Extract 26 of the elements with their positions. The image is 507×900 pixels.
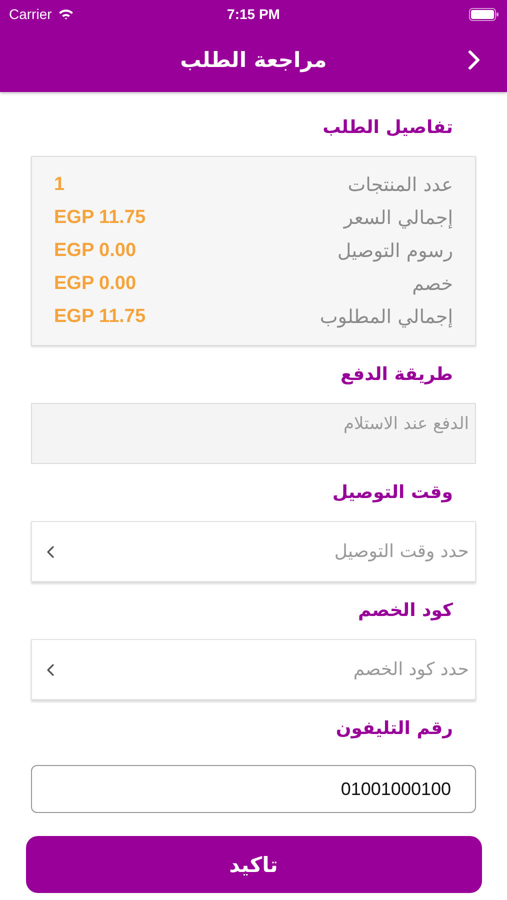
chevron-left-icon [46, 662, 55, 676]
chevron-right-icon[interactable] [467, 49, 481, 71]
summary-value: EGP 0.00 [54, 240, 136, 262]
summary-label: إجمالي المطلوب [320, 306, 453, 328]
section-title: كود الخصم [356, 599, 454, 623]
section-title: طريقة الدفع [340, 363, 454, 387]
section-title: رقم التليفون [334, 717, 454, 741]
summary-label: رسوم التوصيل [337, 240, 453, 262]
section-title: تفاصيل الطلب [322, 116, 454, 140]
summary-value: EGP 0.00 [54, 272, 136, 294]
carrier-label: Carrier [9, 6, 52, 22]
section-title: وقت التوصيل [331, 481, 454, 505]
summary-label: إجمالي السعر [344, 206, 453, 228]
summary-value: EGP 11.75 [54, 306, 146, 328]
wifi-icon [58, 8, 74, 20]
summary-value: EGP 11.75 [54, 206, 146, 228]
status-time: 7:15 PM [227, 6, 280, 22]
summary-label: خصم [412, 272, 453, 294]
chevron-left-icon [46, 544, 55, 558]
payment-method-field: الدفع عند الاستلام [31, 403, 476, 464]
phone-input[interactable]: 01001000100 [31, 765, 476, 813]
summary-label: عدد المنتجات [348, 174, 453, 196]
summary-value: 1 [54, 174, 65, 196]
screen-title: مراجعة الطلب [180, 48, 327, 72]
confirm-button[interactable]: تاكيد [26, 836, 482, 893]
battery-icon [469, 8, 499, 20]
